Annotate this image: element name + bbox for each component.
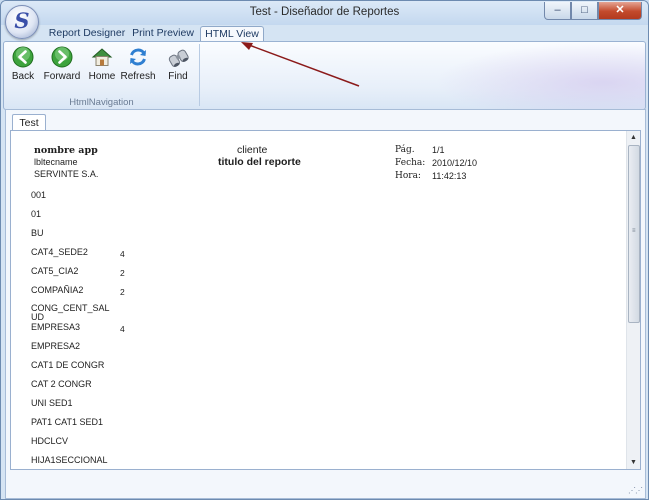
find-label: Find xyxy=(168,71,188,82)
back-label: Back xyxy=(11,71,35,82)
report-row-name: PAT1 CAT1 SED1 xyxy=(31,417,104,427)
app-window: Test - Diseñador de Reportes – □ ✕ S Rep… xyxy=(0,0,649,500)
forward-arrow-icon xyxy=(51,46,73,68)
report-row-name: EMPRESA2 xyxy=(31,341,81,351)
forward-button[interactable]: Forward xyxy=(42,46,82,82)
report-tecname-label: lbltecname xyxy=(34,157,78,167)
report-row-name: CAT 2 CONGR xyxy=(31,379,92,389)
report-row-value: 4 xyxy=(120,324,125,334)
scroll-up-arrow-icon[interactable]: ▲ xyxy=(627,131,640,144)
home-label: Home xyxy=(88,71,116,82)
refresh-icon xyxy=(130,48,146,66)
report-row-name: HDCLCV xyxy=(31,436,69,446)
date-value: 2010/12/10 xyxy=(432,158,478,168)
tab-report-designer[interactable]: Report Designer xyxy=(45,26,129,41)
refresh-button[interactable]: Refresh xyxy=(120,46,156,82)
document-tab-test[interactable]: Test xyxy=(12,114,46,131)
maximize-button[interactable]: □ xyxy=(571,2,598,20)
back-button[interactable]: Back xyxy=(8,46,38,82)
report-row-name: UNI SED1 xyxy=(31,398,73,408)
tab-print-preview[interactable]: Print Preview xyxy=(129,26,197,41)
time-label: Hora: xyxy=(395,171,421,181)
forward-label: Forward xyxy=(43,71,81,82)
page-label: Pág. xyxy=(395,145,415,155)
app-logo-letter: S xyxy=(14,8,30,33)
scrollbar-thumb[interactable]: ≡ xyxy=(628,145,640,323)
home-icon xyxy=(91,48,113,66)
minimize-button[interactable]: – xyxy=(544,2,571,20)
ribbon-decoration xyxy=(435,42,645,109)
refresh-label: Refresh xyxy=(120,71,156,82)
scroll-down-arrow-icon[interactable]: ▼ xyxy=(627,456,640,469)
application-menu-button[interactable]: S xyxy=(5,5,39,39)
report-row-name: BU xyxy=(31,228,44,238)
tab-html-view[interactable]: HTML View xyxy=(200,26,264,42)
report-row-name: HIJA1SECCIONAL xyxy=(31,455,108,465)
report-row-name: COMPAÑIA2 xyxy=(31,285,84,295)
title-bar[interactable]: Test - Diseñador de Reportes – □ ✕ xyxy=(1,1,648,25)
report-row-name: CAT5_CIA2 xyxy=(31,266,79,276)
resize-grip-icon[interactable]: ⋰⋰ xyxy=(628,486,643,495)
close-button[interactable]: ✕ xyxy=(598,2,642,20)
date-label: Fecha: xyxy=(395,158,426,168)
home-button[interactable]: Home xyxy=(88,46,116,82)
report-row-name: EMPRESA3 xyxy=(31,322,81,332)
report-row-value: 2 xyxy=(120,268,125,278)
find-button[interactable]: Find xyxy=(165,46,191,82)
report-title: titulo del reporte xyxy=(218,156,301,168)
report-row-value: 2 xyxy=(120,287,125,297)
grip-icon: ≡ xyxy=(632,228,636,234)
report-app-name: nombre app xyxy=(34,145,98,156)
report-row-name: 001 xyxy=(31,190,47,200)
ribbon-group-divider xyxy=(199,44,200,106)
ribbon-tab-strip: Report Designer Print Preview HTML View xyxy=(1,25,648,42)
report-client: cliente xyxy=(237,144,268,156)
report-row-name: CAT1 DE CONGR xyxy=(31,360,105,370)
document-client-area: Test nombre app lbltecname SERVINTE S.A.… xyxy=(5,109,646,499)
report-row-name-continued: UD xyxy=(31,312,44,322)
report-row-name: 01 xyxy=(31,209,42,219)
window-controls: – □ ✕ xyxy=(544,2,642,20)
ribbon-panel: Back Forward Home Refresh Find HtmlNavig… xyxy=(3,41,646,110)
report-row-name: CAT4_SEDE2 xyxy=(31,247,88,257)
report-row-value: 4 xyxy=(120,249,125,259)
binoculars-icon xyxy=(168,49,189,67)
vertical-scrollbar[interactable]: ▲ ≡ ▼ xyxy=(626,131,640,469)
html-report-view[interactable]: nombre app lbltecname SERVINTE S.A. clie… xyxy=(10,130,641,470)
time-value: 11:42:13 xyxy=(432,171,467,181)
back-arrow-icon xyxy=(12,46,34,68)
ribbon-group-label: HtmlNavigation xyxy=(69,97,134,108)
report-company: SERVINTE S.A. xyxy=(34,169,99,179)
page-value: 1/1 xyxy=(432,145,445,155)
